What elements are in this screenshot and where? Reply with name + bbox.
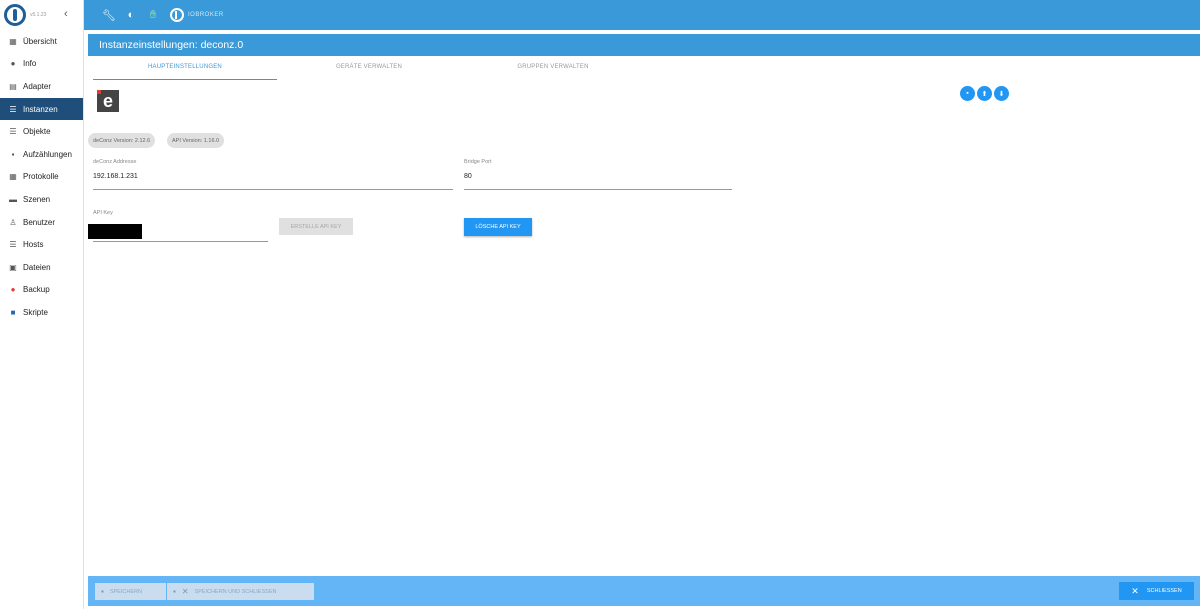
sidebar-item-label: Backup — [23, 285, 50, 295]
close-icon: ✕ — [181, 587, 189, 596]
tabs-bar: HAUPTEINSTELLUNGEN GERÄTE VERWALTEN GRUP… — [93, 58, 645, 80]
sidebar-item-backup[interactable]: ● Backup — [0, 279, 83, 302]
backup-icon: ● — [10, 285, 16, 295]
save-button[interactable]: ▪ SPEICHERN — [95, 583, 166, 600]
field-underline — [93, 241, 268, 242]
api-key-field: API Key — [93, 210, 268, 220]
deconz-address-label: deConz Addresse — [93, 159, 137, 165]
sidebar-item-hosts[interactable]: ☰ Hosts — [0, 233, 83, 256]
list-icon: ☰ — [9, 127, 17, 137]
info-icon: ● — [10, 59, 16, 69]
hosts-icon: ☰ — [9, 240, 17, 250]
category-icon: ▪ — [11, 149, 15, 159]
close-button-label: SCHLIESSEN — [1146, 588, 1182, 594]
field-underline — [93, 189, 453, 190]
sidebar-nav: ▦ Übersicht ● Info ▤ Adapter ☰ Instanzen ☰ Ob… — [0, 30, 83, 324]
top-toolbar: 🔧︎ ◐ ✋︎ IOBROKER — [84, 0, 1200, 30]
deconz-address-value[interactable]: 192.168.1.231 — [93, 173, 453, 180]
iobroker-brand-icon — [170, 8, 184, 22]
doc-icon: ▦ — [9, 172, 17, 182]
floppy-icon: ▪ — [101, 587, 104, 596]
sidebar-item-label: Dateien — [23, 262, 51, 272]
user-icon: ♙ — [9, 217, 17, 227]
page-title: Instanzeinstellungen: deconz.0 — [88, 34, 1200, 56]
sidebar-item-uebersicht[interactable]: ▦ Übersicht — [0, 30, 83, 53]
bottom-action-bar: ▪ SPEICHERN ▪ ✕ SPEICHERN UND SCHLIESSEN… — [88, 576, 1200, 606]
brand-name: IOBROKER — [188, 12, 224, 18]
sidebar: v5.1.23 ‹ ▦ Übersicht ● Info ▤ Adapter ☰ Ins… — [0, 0, 84, 609]
sidebar-item-label: Aufzählungen — [23, 149, 72, 159]
bridge-port-label: Bridge Port — [464, 159, 492, 165]
sidebar-header: v5.1.23 ‹ — [0, 0, 83, 30]
sidebar-item-label: Hosts — [23, 240, 44, 250]
collapse-sidebar-icon[interactable]: ‹ — [64, 8, 68, 20]
scripts-icon: ■ — [10, 307, 16, 317]
list-icon: ☰ — [9, 104, 17, 114]
wrench-icon[interactable]: 🔧︎ — [100, 6, 118, 24]
bridge-port-field[interactable]: Bridge Port 80 — [464, 159, 732, 190]
expert-mode-icon[interactable]: ✋︎ — [144, 6, 162, 24]
tab-haupteinstellungen[interactable]: HAUPTEINSTELLUNGEN — [93, 58, 277, 80]
deconz-adapter-logo: e — [97, 90, 119, 112]
sidebar-item-label: Info — [23, 59, 37, 69]
theme-toggle-icon[interactable]: ◐ — [122, 6, 140, 24]
download-config-icon[interactable]: ⬇ — [994, 86, 1009, 101]
files-icon: ▣ — [9, 262, 17, 272]
sidebar-item-benutzer[interactable]: ♙ Benutzer — [0, 211, 83, 234]
tab-geraete-verwalten[interactable]: GERÄTE VERWALTEN — [277, 58, 461, 80]
bridge-port-value[interactable]: 80 — [464, 173, 732, 180]
sidebar-item-skripte[interactable]: ■ Skripte — [0, 301, 83, 324]
save-close-button-label: SPEICHERN UND SCHLIESSEN — [194, 588, 277, 595]
sidebar-item-adapter[interactable]: ▤ Adapter — [0, 75, 83, 98]
api-key-value-redacted[interactable] — [88, 224, 142, 239]
sidebar-item-label: Protokolle — [23, 172, 59, 182]
save-and-close-button[interactable]: ▪ ✕ SPEICHERN UND SCHLIESSEN — [167, 583, 314, 600]
sidebar-item-objekte[interactable]: ☰ Objekte — [0, 120, 83, 143]
save-button-label: SPEICHERN — [109, 588, 142, 595]
floppy-icon: ▪ — [173, 587, 176, 596]
deconz-version-chip: deConz Version: 2.12.6 — [88, 133, 156, 148]
sidebar-item-szenen[interactable]: ▬ Szenen — [0, 188, 83, 211]
store-icon: ▤ — [9, 81, 17, 91]
delete-api-key-button[interactable]: LÖSCHE API KEY — [464, 218, 532, 236]
scene-icon: ▬ — [9, 194, 17, 204]
config-actions: ▪ ⬆ ⬇ — [960, 86, 1009, 101]
sidebar-item-info[interactable]: ● Info — [0, 53, 83, 76]
deconz-address-field[interactable]: deConz Addresse 192.168.1.231 — [93, 159, 453, 190]
sidebar-item-label: Szenen — [23, 194, 51, 204]
sidebar-item-label: Übersicht — [23, 36, 57, 46]
app-version: v5.1.23 — [30, 12, 47, 18]
api-version-chip: API Version: 1.16.0 — [167, 133, 225, 148]
sidebar-item-aufzaehlungen[interactable]: ▪ Aufzählungen — [0, 143, 83, 166]
sidebar-item-label: Benutzer — [23, 217, 56, 227]
sidebar-item-instanzen[interactable]: ☰ Instanzen — [0, 97, 83, 121]
upload-config-icon[interactable]: ⬆ — [977, 86, 992, 101]
create-api-key-button[interactable]: ERSTELLE API KEY — [279, 218, 353, 235]
close-icon: ✕ — [1131, 585, 1139, 596]
sidebar-item-label: Objekte — [23, 127, 51, 137]
field-underline — [464, 189, 732, 190]
iobroker-logo — [4, 4, 26, 26]
sidebar-item-label: Adapter — [23, 81, 52, 91]
grid-icon: ▦ — [9, 36, 17, 46]
api-key-label: API Key — [93, 210, 113, 216]
sidebar-item-protokolle[interactable]: ▦ Protokolle — [0, 166, 83, 189]
save-config-icon[interactable]: ▪ — [960, 86, 975, 101]
sidebar-item-dateien[interactable]: ▣ Dateien — [0, 256, 83, 279]
close-button[interactable]: ✕ SCHLIESSEN — [1119, 582, 1194, 600]
sidebar-item-label: Instanzen — [23, 104, 58, 114]
app-root: v5.1.23 ‹ ▦ Übersicht ● Info ▤ Adapter ☰ Ins… — [0, 0, 1200, 609]
tab-gruppen-verwalten[interactable]: GRUPPEN VERWALTEN — [461, 58, 645, 80]
sidebar-item-label: Skripte — [23, 307, 48, 317]
